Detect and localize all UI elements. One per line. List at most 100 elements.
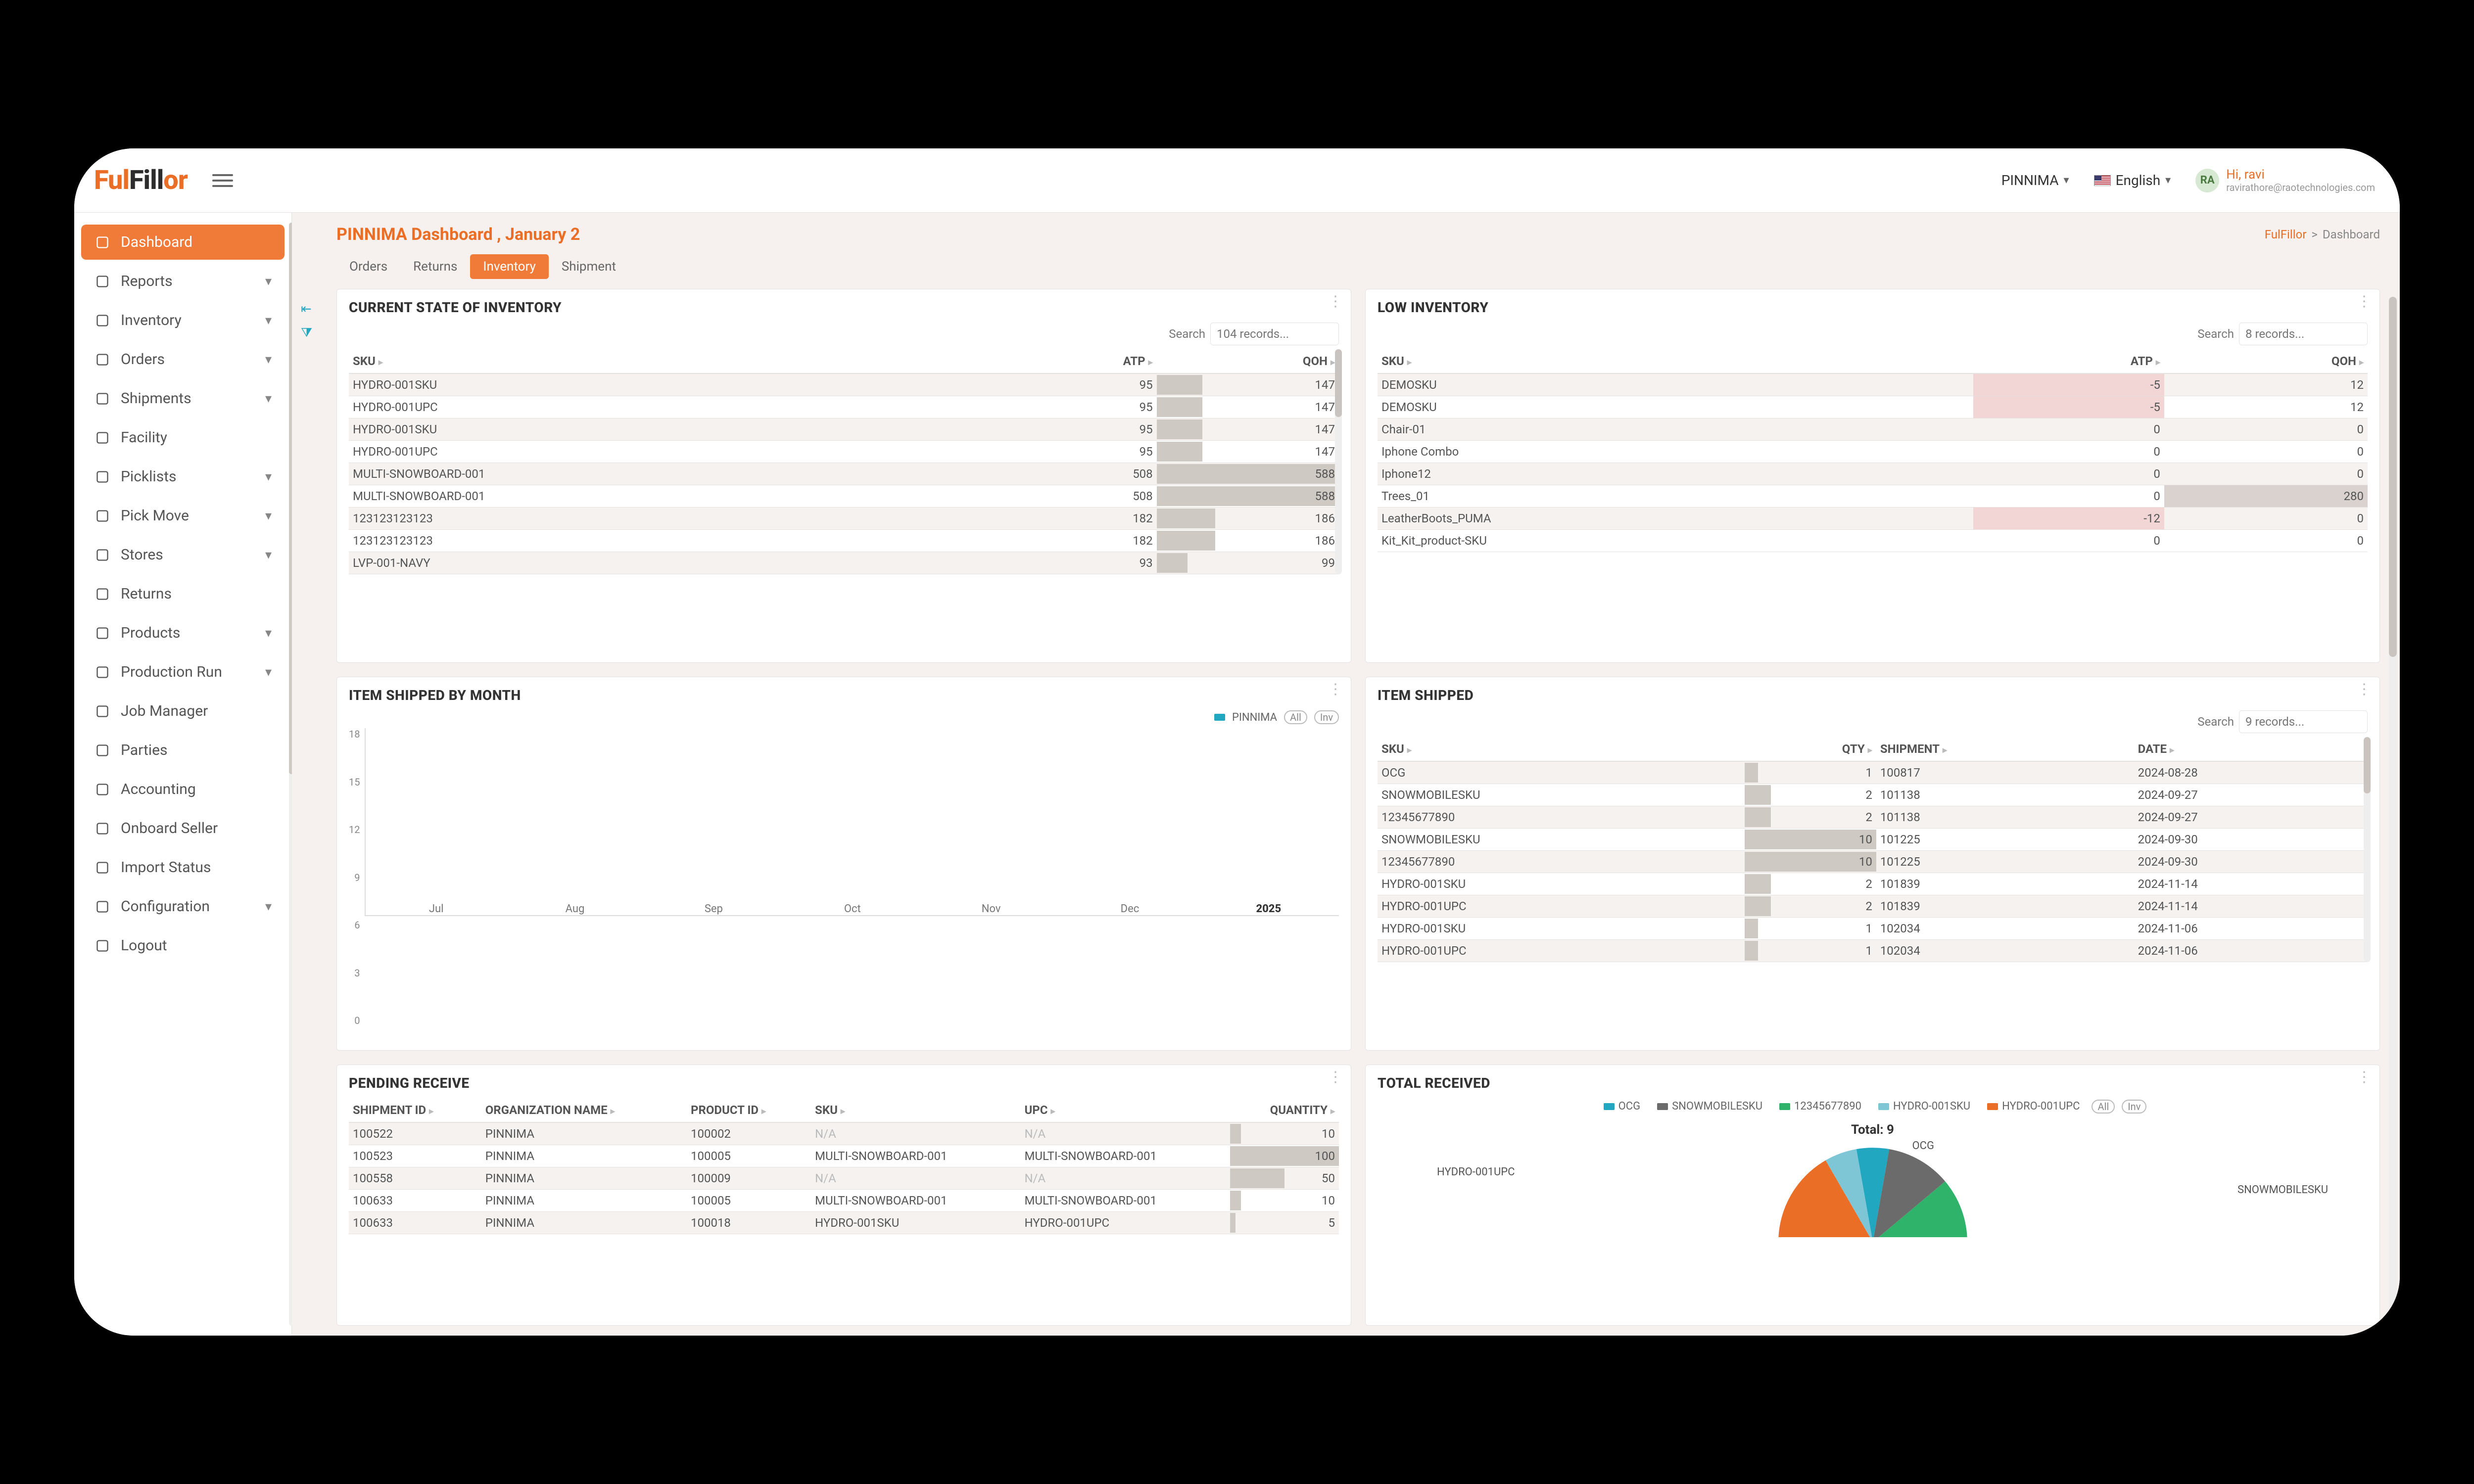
table-row[interactable]: 100633 PINNIMA 100018 HYDRO-001SKUHYDRO-…: [349, 1212, 1339, 1234]
sidebar-item-import-status[interactable]: Import Status: [81, 850, 285, 885]
table-scrollbar[interactable]: [1335, 349, 1342, 574]
breadcrumb-root[interactable]: FulFillor: [2265, 228, 2307, 241]
table-row[interactable]: 100522 PINNIMA 100002 N/AN/A 10: [349, 1122, 1339, 1145]
panel-menu-icon[interactable]: ⋮: [1328, 297, 1343, 306]
table-row[interactable]: MULTI-SNOWBOARD-001 508 588: [349, 463, 1339, 485]
table-row[interactable]: 100558 PINNIMA 100009 N/AN/A 50: [349, 1167, 1339, 1190]
legend-item[interactable]: SNOWMOBILESKU: [1657, 1100, 1762, 1113]
table-row[interactable]: Kit_Kit_product-SKU 0 0: [1378, 530, 2368, 552]
legend-item[interactable]: HYDRO-001SKU: [1878, 1100, 1970, 1113]
col-sku[interactable]: SKU▸: [349, 349, 986, 373]
search-input[interactable]: [2239, 710, 2368, 733]
bar-aug[interactable]: Aug: [515, 899, 635, 915]
col-atp[interactable]: ATP▸: [1973, 349, 2164, 373]
filter-icon[interactable]: ⧩: [301, 325, 312, 341]
col-date[interactable]: DATE▸: [2134, 737, 2368, 761]
table-row[interactable]: Chair-01 0 0: [1378, 418, 2368, 441]
bar-jul[interactable]: Jul: [376, 899, 496, 915]
sidebar-item-pick-move[interactable]: Pick Move ▾: [81, 498, 285, 533]
sidebar-item-dashboard[interactable]: Dashboard: [81, 225, 285, 260]
panel-menu-icon[interactable]: ⋮: [2357, 297, 2372, 306]
sidebar-item-orders[interactable]: Orders ▾: [81, 342, 285, 377]
table-row[interactable]: Iphone Combo 0 0: [1378, 441, 2368, 463]
filter-all-button[interactable]: All: [2092, 1100, 2115, 1113]
sidebar-item-stores[interactable]: Stores ▾: [81, 537, 285, 572]
search-input[interactable]: [1210, 323, 1339, 345]
bar-dec[interactable]: Dec: [1069, 899, 1190, 915]
bar-sep[interactable]: Sep: [653, 899, 774, 915]
legend-item[interactable]: HYDRO-001UPC: [1987, 1100, 2080, 1113]
sidebar-item-configuration[interactable]: Configuration ▾: [81, 889, 285, 924]
table-row[interactable]: MULTI-SNOWBOARD-001 508 588: [349, 485, 1339, 508]
table-row[interactable]: 100633 PINNIMA 100005 MULTI-SNOWBOARD-00…: [349, 1190, 1339, 1212]
sidebar-item-reports[interactable]: Reports ▾: [81, 264, 285, 299]
search-input[interactable]: [2239, 323, 2368, 345]
col-org[interactable]: ORGANIZATION NAME▸: [481, 1098, 687, 1122]
bar-oct[interactable]: Oct: [792, 899, 913, 915]
table-row[interactable]: Trees_01 0 280: [1378, 485, 2368, 508]
table-row[interactable]: 100523 PINNIMA 100005 MULTI-SNOWBOARD-00…: [349, 1145, 1339, 1167]
panel-menu-icon[interactable]: ⋮: [2357, 1073, 2372, 1082]
col-sku[interactable]: SKU▸: [1378, 349, 1973, 373]
table-row[interactable]: 12345677890 2 101138 2024-09-27: [1378, 806, 2368, 829]
bar-2025[interactable]: 2025: [1208, 899, 1329, 915]
table-row[interactable]: HYDRO-001UPC 1 102034 2024-11-06: [1378, 940, 2368, 962]
table-row[interactable]: Iphone12 0 0: [1378, 463, 2368, 485]
table-row[interactable]: LeatherBoots_PUMA -12 0: [1378, 508, 2368, 530]
sidebar-item-parties[interactable]: Parties: [81, 733, 285, 768]
col-product-id[interactable]: PRODUCT ID▸: [687, 1098, 811, 1122]
panel-menu-icon[interactable]: ⋮: [1328, 685, 1343, 694]
col-shipment[interactable]: SHIPMENT▸: [1876, 737, 2134, 761]
org-selector[interactable]: PINNIMA ▾: [1997, 169, 2074, 191]
table-row[interactable]: 12345677890 10 101225 2024-09-30: [1378, 851, 2368, 873]
filter-all-button[interactable]: All: [1284, 710, 1307, 724]
table-row[interactable]: HYDRO-001SKU 2 101839 2024-11-14: [1378, 873, 2368, 895]
sidebar-item-logout[interactable]: Logout: [81, 928, 285, 963]
table-row[interactable]: SNOWMOBILESKU 2 101138 2024-09-27: [1378, 784, 2368, 806]
col-upc[interactable]: UPC▸: [1020, 1098, 1230, 1122]
table-row[interactable]: DEMOSKU -5 12: [1378, 396, 2368, 418]
main-scrollbar[interactable]: [2389, 297, 2397, 1326]
col-qty[interactable]: QTY▸: [1745, 737, 1876, 761]
table-row[interactable]: HYDRO-001UPC 95 147: [349, 396, 1339, 418]
table-row[interactable]: DEMOSKU -5 12: [1378, 373, 2368, 396]
table-scrollbar[interactable]: [2364, 737, 2371, 962]
col-qoh[interactable]: QOH▸: [1157, 349, 1339, 373]
sidebar-item-picklists[interactable]: Picklists ▾: [81, 459, 285, 494]
panel-menu-icon[interactable]: ⋮: [1328, 1073, 1343, 1082]
sidebar-item-accounting[interactable]: Accounting: [81, 772, 285, 807]
col-sku[interactable]: SKU▸: [811, 1098, 1020, 1122]
table-row[interactable]: SNOWMOBILESKU 10 101225 2024-09-30: [1378, 829, 2368, 851]
sidebar-item-returns[interactable]: Returns: [81, 576, 285, 611]
tab-shipment[interactable]: Shipment: [549, 254, 629, 279]
table-row[interactable]: OCG 1 100817 2024-08-28: [1378, 761, 2368, 784]
legend-item[interactable]: 12345677890: [1779, 1100, 1861, 1113]
filter-inv-button[interactable]: Inv: [2122, 1100, 2146, 1113]
sidebar-item-production-run[interactable]: Production Run ▾: [81, 654, 285, 690]
sidebar-item-onboard-seller[interactable]: Onboard Seller: [81, 811, 285, 846]
tab-orders[interactable]: Orders: [336, 254, 400, 279]
sidebar-item-shipments[interactable]: Shipments ▾: [81, 381, 285, 416]
user-menu[interactable]: RA Hi, ravi ravirathore@raotechnologies.…: [2190, 165, 2380, 196]
filter-inv-button[interactable]: Inv: [1314, 710, 1339, 724]
table-row[interactable]: HYDRO-001SKU 1 102034 2024-11-06: [1378, 918, 2368, 940]
sidebar-item-job-manager[interactable]: Job Manager: [81, 694, 285, 729]
sidebar-item-products[interactable]: Products ▾: [81, 615, 285, 650]
col-qoh[interactable]: QOH▸: [2164, 349, 2368, 373]
sidebar-item-inventory[interactable]: Inventory ▾: [81, 303, 285, 338]
table-row[interactable]: LVP-001-NAVY 93 99: [349, 552, 1339, 574]
col-shipment-id[interactable]: SHIPMENT ID▸: [349, 1098, 481, 1122]
panel-menu-icon[interactable]: ⋮: [2357, 685, 2372, 694]
col-atp[interactable]: ATP▸: [986, 349, 1157, 373]
col-sku[interactable]: SKU▸: [1378, 737, 1745, 761]
table-row[interactable]: HYDRO-001SKU 95 147: [349, 373, 1339, 396]
table-row[interactable]: 123123123123 182 186: [349, 508, 1339, 530]
tab-returns[interactable]: Returns: [400, 254, 470, 279]
collapse-icon[interactable]: ⇤: [301, 302, 312, 317]
menu-toggle-icon[interactable]: [212, 170, 233, 191]
legend-item[interactable]: OCG: [1604, 1100, 1640, 1113]
table-row[interactable]: HYDRO-001UPC 2 101839 2024-11-14: [1378, 895, 2368, 918]
brand-logo[interactable]: Ful Fill or: [94, 165, 188, 196]
bar-nov[interactable]: Nov: [931, 899, 1051, 915]
language-selector[interactable]: English ▾: [2089, 169, 2176, 191]
